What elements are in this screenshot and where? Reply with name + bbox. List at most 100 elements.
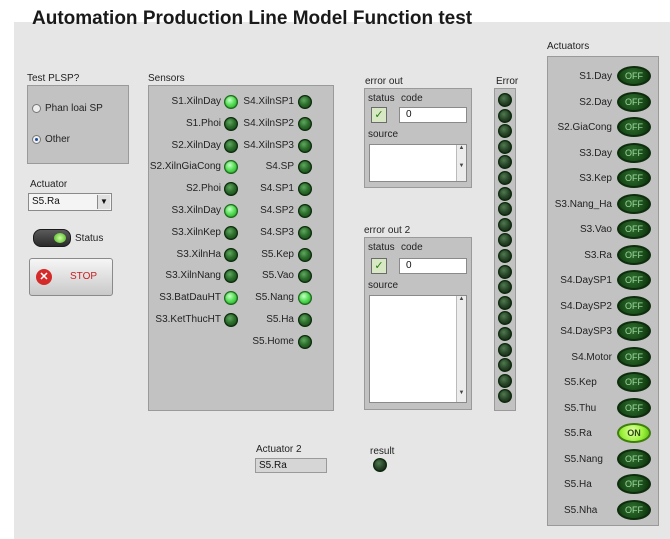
actuator-select-value: S5.Ra <box>32 196 60 207</box>
actuator-row: S5.Nha OFF <box>547 499 657 522</box>
sensor-label: S3.XilnNang <box>165 270 221 282</box>
actuator-row: S4.DaySP2 OFF <box>547 295 657 318</box>
sensor-led <box>298 291 312 306</box>
radio-phan-loai-sp[interactable]: Phan loai SP <box>32 103 103 114</box>
actuator-2-label: Actuator 2 <box>256 444 302 455</box>
sensor-led <box>224 204 238 218</box>
sensor-row: S4.XilnSP1 <box>242 95 314 111</box>
error2-status-indicator: ✓ <box>371 258 387 274</box>
sensor-label: S5.Ha <box>266 314 294 325</box>
result-led <box>373 458 387 472</box>
sensor-row: S4.SP3 <box>242 225 314 242</box>
sensor-row: S4.SP1 <box>242 182 314 198</box>
sensor-row: S5.Vao <box>242 269 314 285</box>
actuator-toggle[interactable]: OFF <box>617 244 651 265</box>
error-led <box>498 217 512 232</box>
error-led <box>498 342 512 357</box>
actuator-toggle[interactable]: OFF <box>617 474 651 494</box>
actuator-toggle[interactable]: OFF <box>617 91 651 112</box>
error-led <box>498 186 512 201</box>
error2-code-label: code <box>401 242 423 253</box>
actuator-label: S5.Nha <box>564 504 598 516</box>
radio-other[interactable]: Other <box>32 134 70 145</box>
actuator-row: S4.Motor OFF <box>547 346 657 369</box>
scrollbar[interactable]: ▲ ▼ <box>456 145 466 181</box>
sensor-label: S3.BatDauHT <box>159 292 221 304</box>
actuator-toggle[interactable]: OFF <box>617 142 651 163</box>
sensor-label: S5.Kep <box>261 248 294 260</box>
sensor-led <box>298 269 312 284</box>
sensor-led <box>298 225 312 240</box>
actuators-label: Actuators <box>547 41 590 52</box>
sensor-row: S3.BatDauHT <box>148 291 243 307</box>
error-out-2-label: error out 2 <box>364 225 411 236</box>
sensor-led <box>224 313 238 327</box>
radio-label: Phan loai SP <box>45 103 103 114</box>
actuator-toggle[interactable]: OFF <box>617 168 651 188</box>
sensor-label: S4.SP <box>265 161 294 173</box>
error-source-field: ▲ ▼ <box>369 144 467 182</box>
page-title: Automation Production Line Model Functio… <box>32 8 473 29</box>
actuator-label: S5.Ha <box>564 479 592 490</box>
error-code-label: code <box>401 93 423 104</box>
sensor-row: S5.Ha <box>242 313 314 329</box>
error2-code-field: 0 <box>399 258 467 274</box>
sensor-led <box>298 313 312 327</box>
actuator-toggle[interactable]: OFF <box>617 397 651 418</box>
radio-circle <box>32 104 41 113</box>
sensor-row: S4.XilnSP3 <box>242 138 314 155</box>
actuator-row: S5.Nang OFF <box>547 448 657 471</box>
actuator-row: S3.Vao OFF <box>547 219 657 241</box>
actuator-toggle[interactable]: OFF <box>617 499 651 520</box>
sensor-row: S4.SP <box>242 160 314 176</box>
chevron-down-icon[interactable]: ▼ <box>97 195 110 209</box>
actuator-label: S4.DaySP2 <box>560 300 612 312</box>
sensor-row: S2.Phoi <box>148 182 243 198</box>
status-toggle[interactable] <box>33 229 71 247</box>
sensor-label: S3.KetThucHT <box>155 314 221 325</box>
actuator-toggle[interactable]: OFF <box>617 448 651 469</box>
actuator-toggle[interactable]: OFF <box>617 321 651 341</box>
actuator-toggle[interactable]: OFF <box>617 66 651 86</box>
sensor-led <box>224 291 238 306</box>
actuator-row: S3.Day OFF <box>547 142 657 165</box>
actuator-toggle[interactable]: OFF <box>617 270 651 290</box>
error2-status-label: status <box>368 242 395 253</box>
sensor-label: S2.XilnDay <box>171 139 221 151</box>
actuator-toggle[interactable]: OFF <box>617 372 651 392</box>
sensor-row: S1.XilnDay <box>148 95 243 111</box>
sensor-label: S4.SP1 <box>260 183 294 195</box>
actuator-toggle[interactable]: OFF <box>617 117 651 137</box>
actuator-label: S5.Ra <box>564 428 592 439</box>
scrollbar[interactable]: ▲ ▼ <box>456 296 466 402</box>
error-out-label: error out <box>365 76 403 87</box>
error-out-2-cluster: status code ✓ 0 source ▲ ▼ <box>364 237 472 410</box>
sensor-led <box>298 116 312 131</box>
actuator-row: S2.GiaCong OFF <box>547 117 657 139</box>
actuator-label: S3.Nang_Ha <box>554 198 612 210</box>
sensor-row: S2.XilnGiaCong <box>148 160 243 176</box>
actuator-select[interactable]: S5.Ra ▼ <box>28 193 112 211</box>
sensor-led <box>298 138 312 153</box>
error-led <box>498 327 512 341</box>
actuator-row: S5.Thu OFF <box>547 397 657 420</box>
actuator-toggle[interactable]: OFF <box>617 346 651 367</box>
sensor-led <box>298 182 312 197</box>
actuator-toggle[interactable]: ON <box>617 423 651 443</box>
actuator-label: S2.GiaCong <box>557 122 612 133</box>
sensor-row: S3.XilnDay <box>148 204 243 220</box>
radio-label: Other <box>45 134 71 145</box>
actuator-label: S4.DaySP1 <box>560 275 612 286</box>
actuator-select-label: Actuator <box>30 179 68 190</box>
stop-button[interactable]: ✕ STOP <box>29 258 113 296</box>
actuator-toggle[interactable]: OFF <box>617 193 651 214</box>
stop-button-label: STOP <box>70 271 98 282</box>
actuator-toggle[interactable]: OFF <box>617 295 651 316</box>
sensor-led <box>224 116 238 131</box>
error-led <box>498 295 512 310</box>
actuator-toggle[interactable]: OFF <box>617 219 651 239</box>
error-led <box>498 108 512 123</box>
radio-circle-selected <box>32 135 41 144</box>
actuator-label: S4.DaySP3 <box>560 326 612 337</box>
toggle-light-icon <box>54 233 66 243</box>
